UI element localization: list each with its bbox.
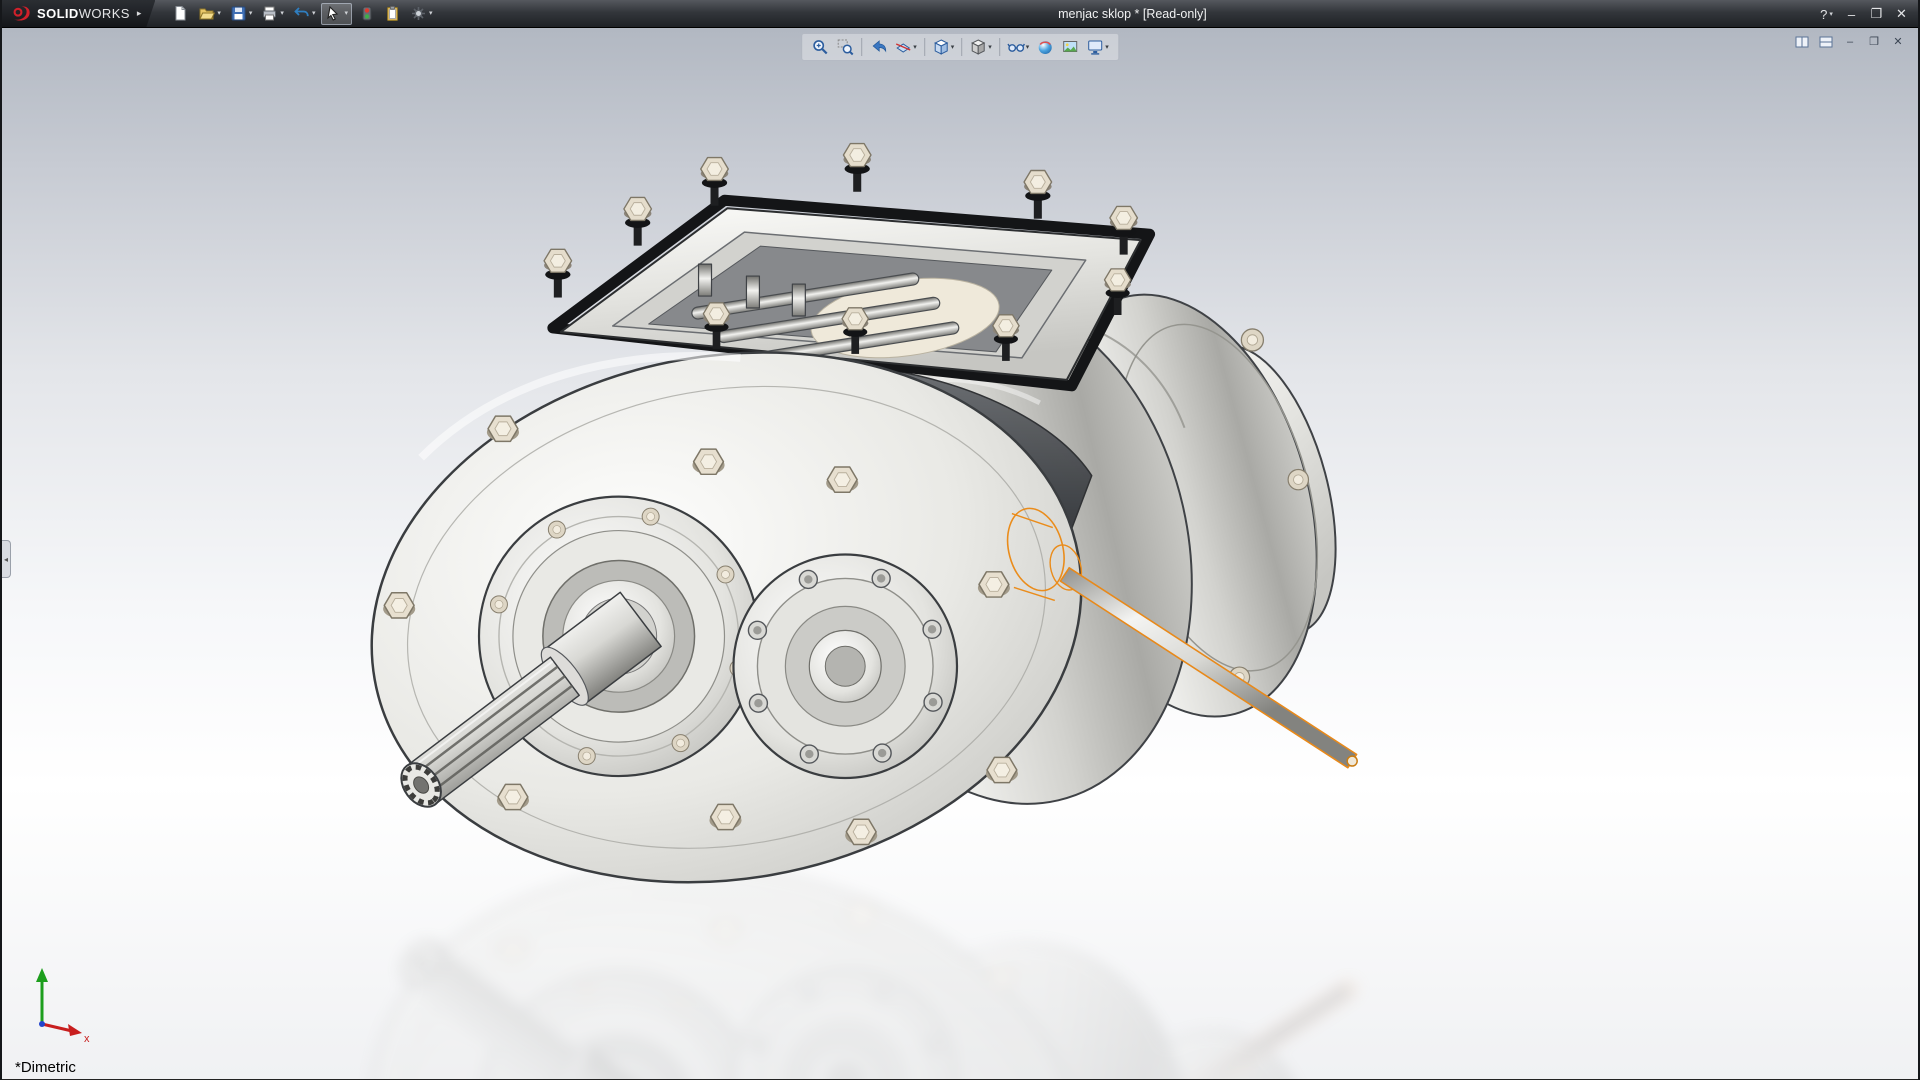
- triad-y-axis: [36, 968, 48, 1024]
- help-button[interactable]: ? ▾: [1814, 3, 1839, 25]
- heads-up-view-toolbar: ▾ ▾: [801, 33, 1119, 61]
- edit-appearance-icon: [1036, 38, 1054, 56]
- open-button[interactable]: ▾: [195, 3, 224, 25]
- undo-button[interactable]: ▾: [290, 3, 319, 25]
- view-orientation-button[interactable]: ▾: [930, 36, 957, 58]
- restore-button[interactable]: ❐: [1864, 3, 1889, 25]
- save-icon: [230, 5, 247, 22]
- options-button[interactable]: ▾: [407, 3, 436, 25]
- hide-show-items-button[interactable]: ▾: [1005, 36, 1032, 58]
- previous-view-icon: [869, 38, 887, 56]
- new-document-icon: [172, 5, 189, 22]
- dropdown-caret-icon[interactable]: ▾: [312, 10, 316, 17]
- dropdown-caret-icon[interactable]: ▾: [429, 10, 433, 17]
- toolbar-separator: [924, 38, 925, 56]
- application-window: SOLIDWORKS ▸ ▾: [0, 0, 1920, 1080]
- rebuild-button[interactable]: [355, 3, 378, 25]
- triad-x-axis: x: [42, 1024, 90, 1045]
- tile-pane-icon: [1819, 36, 1833, 48]
- section-view-icon: [894, 38, 912, 56]
- file-properties-button[interactable]: [381, 3, 404, 25]
- display-style-icon: [969, 38, 987, 56]
- gearbox-model-canvas[interactable]: [2, 28, 1918, 1079]
- open-icon: [198, 5, 215, 22]
- toolbar-separator: [961, 38, 962, 56]
- view-orientation-label: *Dimetric: [15, 1059, 76, 1076]
- view-settings-button[interactable]: ▾: [1084, 36, 1111, 58]
- dropdown-caret-icon[interactable]: ▾: [988, 44, 992, 51]
- display-style-button[interactable]: ▾: [967, 36, 994, 58]
- section-view-button[interactable]: ▾: [892, 36, 919, 58]
- triad-z-axis: [39, 1021, 45, 1027]
- dropdown-caret-icon[interactable]: ▾: [344, 10, 348, 17]
- view-settings-icon: [1086, 38, 1104, 56]
- edit-appearance-button[interactable]: [1034, 36, 1056, 58]
- zoom-to-fit-icon: [811, 38, 829, 56]
- close-button[interactable]: ✕: [1889, 3, 1914, 25]
- orientation-triad: x: [18, 960, 104, 1053]
- split-pane-icon: [1795, 36, 1809, 48]
- title-bar: SOLIDWORKS ▸ ▾: [2, 0, 1918, 28]
- options-gear-icon: [410, 5, 427, 22]
- graphics-viewport[interactable]: ▾ ▾: [2, 28, 1918, 1080]
- featuremanager-collapsed-handle[interactable]: ◂: [2, 540, 11, 578]
- split-pane-button[interactable]: [1792, 34, 1812, 50]
- zoom-to-area-icon: [836, 38, 854, 56]
- ds-logo-icon: [10, 5, 32, 23]
- document-title: menjac sklop * [Read-only]: [1058, 7, 1207, 21]
- zoom-to-fit-button[interactable]: [809, 36, 831, 58]
- brand-expand-arrow[interactable]: ▸: [137, 8, 142, 19]
- document-window-controls: – ❐ ✕: [1792, 34, 1908, 50]
- dropdown-caret-icon[interactable]: ▾: [1829, 11, 1833, 18]
- window-controls: ? ▾ – ❐ ✕: [1814, 0, 1914, 28]
- brand-text-light: WORKS: [79, 6, 130, 21]
- toolbar-separator: [999, 38, 1000, 56]
- dropdown-caret-icon[interactable]: ▾: [951, 44, 955, 51]
- dropdown-caret-icon[interactable]: ▾: [913, 44, 917, 51]
- doc-minimize-button[interactable]: –: [1840, 34, 1860, 50]
- zoom-to-area-button[interactable]: [834, 36, 856, 58]
- toolbar-separator: [861, 38, 862, 56]
- solidworks-brand: SOLIDWORKS ▸: [2, 0, 155, 27]
- undo-icon: [293, 5, 310, 22]
- dropdown-caret-icon[interactable]: ▾: [217, 10, 221, 17]
- minimize-button[interactable]: –: [1839, 3, 1864, 25]
- gearbox-assembly[interactable]: [329, 144, 1363, 937]
- save-button[interactable]: ▾: [227, 3, 256, 25]
- apply-scene-icon: [1061, 38, 1079, 56]
- file-properties-icon: [384, 5, 401, 22]
- help-label: ?: [1820, 7, 1827, 22]
- triad-x-label: x: [84, 1033, 90, 1045]
- tile-pane-button[interactable]: [1816, 34, 1836, 50]
- apply-scene-button[interactable]: [1059, 36, 1081, 58]
- doc-close-button[interactable]: ✕: [1888, 34, 1908, 50]
- brand-text-bold: SOLID: [37, 6, 79, 21]
- print-button[interactable]: ▾: [258, 3, 287, 25]
- new-document-button[interactable]: [169, 3, 192, 25]
- main-toolbar: ▾ ▾ ▾: [169, 3, 435, 25]
- hide-show-items-icon: [1007, 38, 1025, 56]
- handle-arrow-icon: ◂: [4, 555, 8, 564]
- view-orientation-cube-icon: [932, 38, 950, 56]
- dropdown-caret-icon[interactable]: ▾: [1105, 44, 1109, 51]
- rebuild-icon: [358, 5, 375, 22]
- select-cursor-icon: [325, 5, 342, 22]
- select-button[interactable]: ▾: [321, 3, 352, 25]
- previous-view-button[interactable]: [867, 36, 889, 58]
- print-icon: [261, 5, 278, 22]
- dropdown-caret-icon[interactable]: ▾: [280, 10, 284, 17]
- doc-restore-button[interactable]: ❐: [1864, 34, 1884, 50]
- dropdown-caret-icon[interactable]: ▾: [249, 10, 253, 17]
- dropdown-caret-icon[interactable]: ▾: [1026, 44, 1030, 51]
